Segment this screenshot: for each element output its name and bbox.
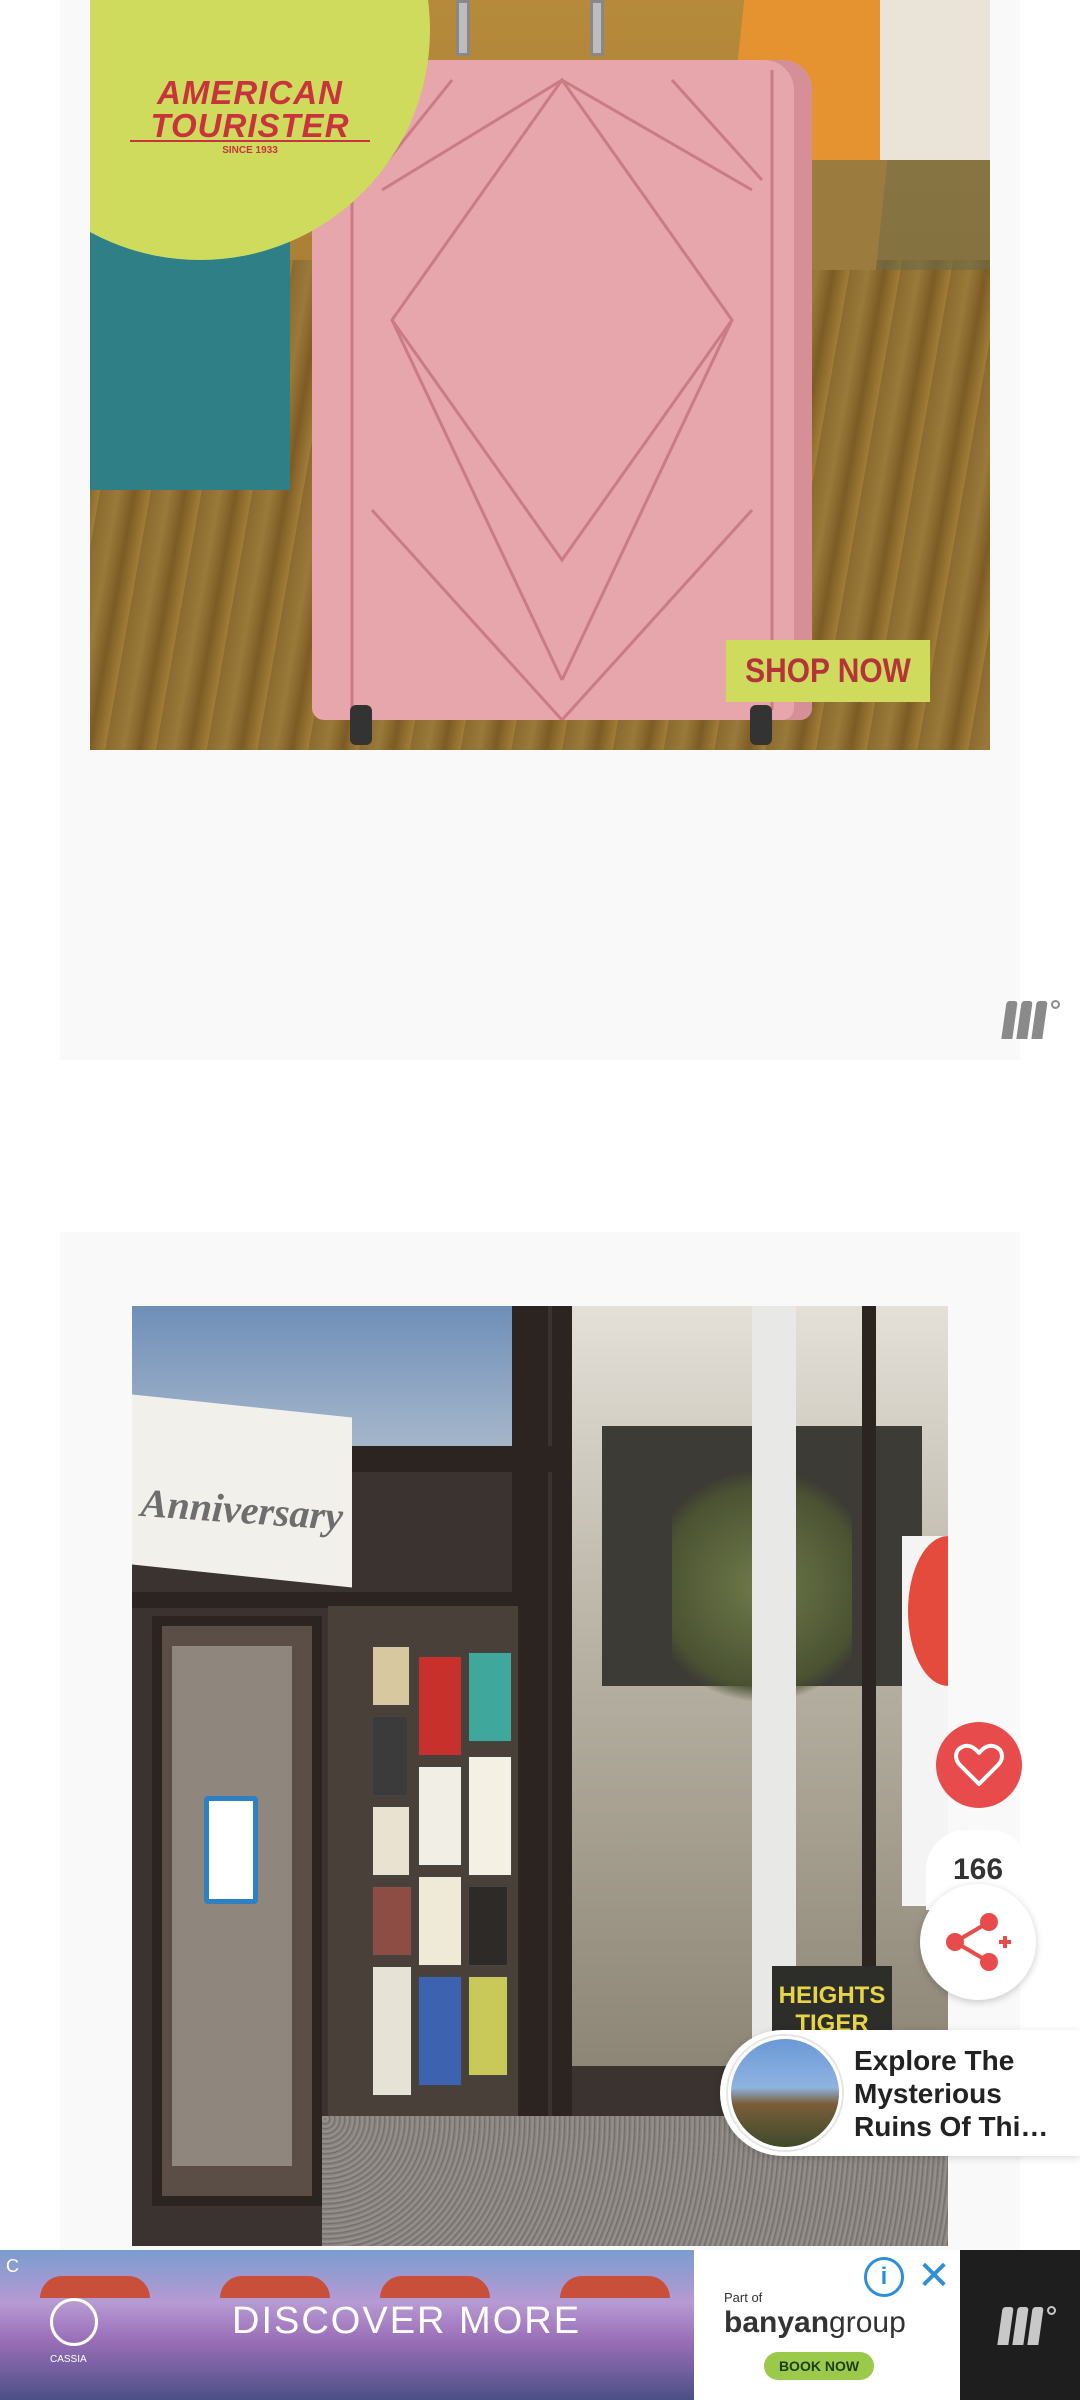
- explore-title: Explore The Mysterious Ruins Of Thi…: [854, 2044, 1074, 2143]
- cassia-label: CASSIA: [50, 2354, 87, 2365]
- explore-title-line: Explore The: [854, 2045, 1015, 2076]
- umbrella: [380, 2276, 490, 2298]
- suitcase-handle-right: [590, 0, 604, 56]
- discover-more-button[interactable]: DISCOVER MORE: [232, 2300, 581, 2343]
- ad-background-panel: [880, 0, 990, 160]
- poster: [372, 1806, 410, 1876]
- poster: [468, 1756, 512, 1876]
- poster: [372, 1966, 412, 2096]
- banyan-name-bold: banyan: [724, 2306, 830, 2339]
- umbrella: [220, 2276, 330, 2298]
- white-column: [752, 1306, 796, 2066]
- explore-title-line: Mysterious: [854, 2078, 1002, 2109]
- banyan-name-light: group: [829, 2306, 906, 2339]
- logo-degree-mark: [1047, 2306, 1056, 2315]
- logo-bar: [1031, 1001, 1048, 1039]
- suitcase-wheel: [750, 705, 772, 745]
- logo-bar: [1001, 1001, 1018, 1039]
- share-button[interactable]: [920, 1884, 1036, 2000]
- brand-line-1: AMERICAN: [157, 74, 343, 111]
- shop-now-button[interactable]: SHOP NOW: [725, 640, 931, 702]
- explore-title-line: Ruins Of Thi…: [854, 2111, 1049, 2142]
- suitcase-wheel: [350, 705, 372, 745]
- logo-bar: [1027, 2307, 1044, 2345]
- book-now-button[interactable]: BOOK NOW: [764, 2352, 874, 2380]
- poster: [468, 1976, 508, 2076]
- logo-degree-mark: [1051, 1000, 1060, 1009]
- article-image-card: Anniversary HEIGHTS TIGER: [60, 1232, 1020, 2400]
- ad-network-logo-icon[interactable]: [1001, 1000, 1060, 1039]
- door-notice: [204, 1796, 258, 1904]
- close-icon[interactable]: ✕: [912, 2254, 956, 2298]
- resort-ad-image[interactable]: C CASSIA DISCOVER MORE: [0, 2250, 694, 2400]
- door-glass: [172, 1646, 292, 2166]
- banyan-group-logo: banyangroup: [724, 2306, 906, 2340]
- poster: [372, 1886, 412, 1956]
- heart-icon: [954, 1743, 1004, 1786]
- part-of-label: Part of: [724, 2290, 763, 2305]
- poster: [418, 1876, 462, 1966]
- share-icon: [946, 1913, 1011, 1971]
- logo-bar: [1016, 1001, 1033, 1039]
- info-icon[interactable]: i: [864, 2257, 904, 2297]
- logo-bar: [1012, 2307, 1029, 2345]
- page: AMERICAN TOURISTER SINCE 1933 SHOP NOW A…: [0, 0, 1080, 2400]
- poster: [372, 1716, 408, 1796]
- brand-line-2: TOURISTER: [150, 107, 350, 144]
- poster: [468, 1886, 508, 1966]
- umbrella: [560, 2276, 670, 2298]
- explore-recommendation[interactable]: Explore The Mysterious Ruins Of Thi…: [720, 2030, 1080, 2156]
- poster: [468, 1652, 512, 1742]
- ad-background-mat: [810, 160, 990, 270]
- suitcase-handle-left: [456, 0, 470, 56]
- poster: [418, 1976, 462, 2086]
- favorite-button[interactable]: [936, 1722, 1022, 1808]
- ad-corner-label: C: [6, 2256, 19, 2276]
- poster: [418, 1656, 462, 1756]
- ad-network-logo-icon[interactable]: [997, 2306, 1056, 2345]
- brand-since: SINCE 1933: [130, 140, 370, 156]
- poster: [372, 1646, 410, 1706]
- poster: [418, 1766, 462, 1866]
- brand-logo: AMERICAN TOURISTER: [130, 76, 370, 142]
- umbrella: [40, 2276, 150, 2298]
- cassia-logo-icon: [50, 2298, 98, 2346]
- logo-bar: [997, 2307, 1014, 2345]
- explore-thumbnail: [728, 2036, 842, 2150]
- american-tourister-ad-image[interactable]: AMERICAN TOURISTER SINCE 1933 SHOP NOW: [90, 0, 990, 750]
